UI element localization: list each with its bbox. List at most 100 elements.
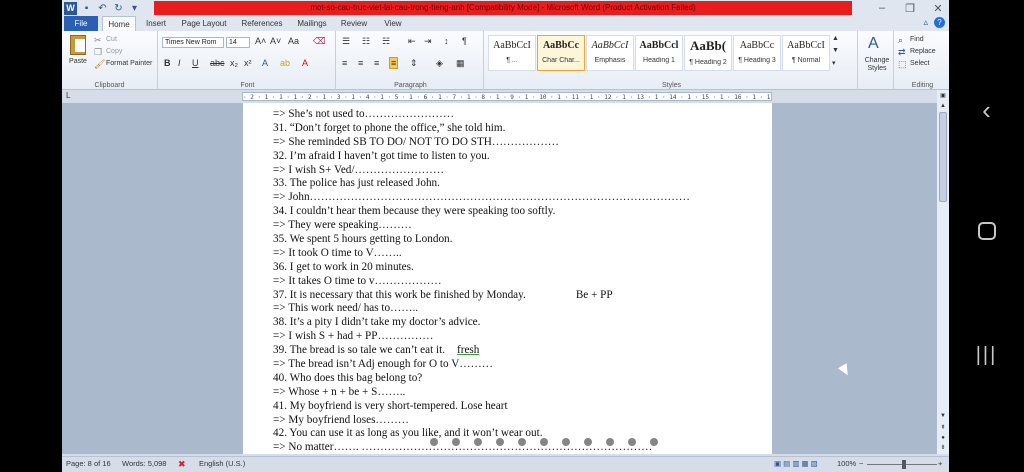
quick-access-toolbar: W ▪ ↶ ↻ ▾: [64, 1, 141, 15]
style-item[interactable]: AaBbCc ¶ Heading 3: [733, 35, 781, 71]
style-name: ¶ Heading 3: [738, 57, 776, 64]
tab-file[interactable]: File: [64, 16, 98, 31]
font-name-combo[interactable]: Times New Rom: [162, 37, 224, 48]
strikethrough-icon[interactable]: abc: [210, 58, 225, 68]
style-item[interactable]: AaBbCc Char Char...: [537, 35, 585, 71]
increase-indent-icon[interactable]: ⇥: [424, 36, 432, 47]
tab-page-layout[interactable]: Page Layout: [176, 16, 232, 31]
zoom-in-icon[interactable]: +: [938, 459, 942, 468]
tab-selector-icon[interactable]: L: [66, 91, 70, 100]
subscript-icon[interactable]: x₂: [230, 58, 238, 68]
align-center-icon[interactable]: ≡: [358, 58, 363, 68]
multilevel-list-icon[interactable]: ☵: [382, 36, 390, 47]
text-line: => My boyfriend loses………: [273, 413, 409, 426]
zoom-level[interactable]: 100%: [837, 459, 856, 468]
undo-icon[interactable]: ↶: [96, 2, 109, 15]
scroll-thumb[interactable]: [939, 112, 947, 202]
text-line: 32. I’m afraid I haven’t got time to lis…: [273, 149, 490, 162]
restore-icon[interactable]: ❐: [903, 2, 917, 15]
change-styles-label: Change Styles: [864, 57, 890, 72]
horizontal-ruler[interactable]: · 2 · 1 · 1 · 1 · 2 · 1 · 3 · 1 · 4 · 1 …: [242, 92, 772, 101]
tab-home[interactable]: Home: [102, 16, 136, 31]
italic-icon[interactable]: I: [178, 58, 181, 68]
format-painter-button[interactable]: Format Painter: [106, 60, 152, 67]
proofing-icon[interactable]: ✖: [178, 459, 186, 470]
recent-apps-icon[interactable]: |||: [949, 344, 1024, 367]
tab-insert[interactable]: Insert: [140, 16, 172, 31]
style-item[interactable]: AaBbCcI Emphasis: [586, 35, 634, 71]
styles-scroll-up-icon[interactable]: ▲: [832, 35, 839, 42]
style-item[interactable]: AaBbCcI ¶ Normal: [782, 35, 830, 71]
indicator-dot: [540, 438, 548, 446]
style-item[interactable]: AaBbCcI ¶ ...: [488, 35, 536, 71]
superscript-icon[interactable]: x²: [244, 58, 252, 68]
font-size-combo[interactable]: 14: [226, 37, 250, 48]
styles-more-icon[interactable]: ▾: [832, 59, 836, 67]
customize-icon[interactable]: ▾: [128, 2, 141, 15]
view-buttons[interactable]: ▣ ▤ ▥ ▦ ▧: [774, 459, 818, 468]
zoom-slider-thumb[interactable]: [902, 460, 906, 469]
text-line: => John…………………………………………………………………………………………: [273, 191, 690, 204]
paste-button[interactable]: Paste: [66, 33, 90, 71]
page-count[interactable]: Page: 8 of 16: [66, 459, 111, 468]
tab-view[interactable]: View: [376, 16, 410, 31]
sort-icon[interactable]: ↕: [444, 36, 449, 46]
numbering-icon[interactable]: ☷: [362, 36, 370, 47]
word-icon[interactable]: W: [64, 1, 77, 15]
tab-review[interactable]: Review: [336, 16, 372, 31]
style-item[interactable]: AaBbCcl Heading 1: [635, 35, 683, 71]
clipboard-group: Paste ✂ Cut ❐ Copy 🖌 Format Painter Clip…: [62, 31, 158, 90]
cut-button[interactable]: Cut: [106, 36, 117, 43]
scroll-down-icon[interactable]: ▼: [938, 412, 948, 421]
underline-icon[interactable]: U: [192, 58, 199, 68]
styles-scroll-down-icon[interactable]: ▼: [832, 47, 839, 54]
find-button[interactable]: Find: [910, 36, 924, 43]
previous-page-icon[interactable]: ⇞: [938, 424, 948, 433]
help-icon[interactable]: ?: [934, 17, 945, 28]
tab-mailings[interactable]: Mailings: [292, 16, 332, 31]
change-case-icon[interactable]: Aa: [288, 36, 299, 46]
bold-icon[interactable]: B: [164, 58, 171, 68]
close-icon[interactable]: ✕: [931, 2, 945, 15]
style-item[interactable]: AaBb( ¶ Heading 2: [684, 35, 732, 71]
text-effects-icon[interactable]: A: [262, 58, 268, 68]
borders-icon[interactable]: ▦: [456, 58, 465, 69]
minimize-icon[interactable]: –: [875, 2, 889, 14]
show-hide-icon[interactable]: ¶: [462, 36, 467, 46]
select-button[interactable]: Select: [910, 60, 929, 67]
highlight-icon[interactable]: ab: [280, 58, 290, 68]
align-left-icon[interactable]: ≡: [342, 58, 347, 68]
style-sample: AaBbCcl: [639, 40, 679, 51]
language-indicator[interactable]: English (U.S.): [199, 459, 245, 468]
vertical-scrollbar[interactable]: ▣ ▲ ▼ ⇞ ● ⇟: [937, 90, 949, 454]
font-color-icon[interactable]: A: [302, 58, 308, 68]
line-text: 39. The bread is so tale we can’t eat it…: [273, 344, 446, 357]
minimize-ribbon-icon[interactable]: ▵: [923, 17, 928, 28]
change-styles-button[interactable]: A Change Styles: [860, 31, 894, 90]
grow-font-icon[interactable]: A˄: [255, 36, 266, 46]
document-page[interactable]: => She’s not used to…………………… 31. “Don’t …: [243, 103, 772, 454]
copy-button[interactable]: Copy: [106, 48, 122, 55]
browse-object-icon[interactable]: ●: [938, 434, 948, 443]
zoom-out-icon[interactable]: −: [859, 459, 863, 468]
text-line: => Whose + n + be + S……..: [273, 385, 406, 398]
justify-icon[interactable]: ≡: [389, 57, 399, 69]
decrease-indent-icon[interactable]: ⇤: [408, 36, 416, 47]
clear-formatting-icon[interactable]: ⌫: [313, 36, 326, 47]
tab-references[interactable]: References: [236, 16, 288, 31]
line-spacing-icon[interactable]: ⇕: [410, 58, 418, 69]
save-icon[interactable]: ▪: [80, 2, 93, 15]
shrink-font-icon[interactable]: A˅: [270, 36, 281, 46]
ruler-toggle-icon[interactable]: ▣: [938, 92, 948, 101]
word-count[interactable]: Words: 5,098: [122, 459, 166, 468]
shading-icon[interactable]: ◈: [436, 58, 443, 69]
bullets-icon[interactable]: ☰: [342, 36, 350, 47]
redo-icon[interactable]: ↻: [112, 2, 125, 15]
replace-button[interactable]: Replace: [910, 48, 936, 55]
back-icon[interactable]: ‹: [949, 95, 1024, 126]
scroll-up-icon[interactable]: ▲: [938, 102, 948, 111]
next-page-icon[interactable]: ⇟: [938, 444, 948, 453]
home-icon[interactable]: [949, 222, 1024, 240]
style-name: Emphasis: [594, 57, 626, 64]
align-right-icon[interactable]: ≡: [374, 58, 379, 68]
